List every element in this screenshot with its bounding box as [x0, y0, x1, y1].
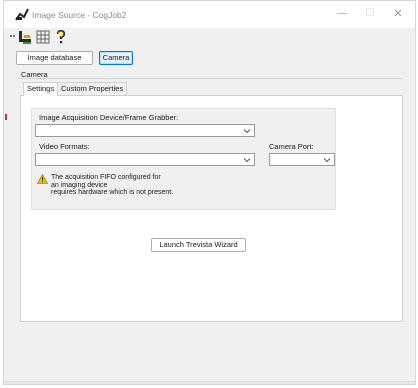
- help-icon[interactable]: [53, 29, 69, 45]
- grip-icon: [10, 32, 15, 42]
- chevron-down-icon: [322, 155, 332, 165]
- camera-port-select[interactable]: [269, 153, 335, 166]
- tab-settings[interactable]: Settings: [23, 82, 59, 96]
- minimize-button[interactable]: —: [328, 5, 356, 23]
- chevron-down-icon: [242, 155, 252, 165]
- acquisition-icon[interactable]: [17, 29, 33, 45]
- window-title: Image Source - CogJob2: [32, 10, 127, 20]
- warning-line: requires hardware which is not present.: [51, 189, 174, 196]
- grid-icon[interactable]: [35, 29, 51, 45]
- device-label: Image Acquisition Device/Frame Grabber:: [39, 113, 179, 122]
- edge-marker: [5, 114, 7, 120]
- warning-line: The acquisition FIFO configured for: [51, 174, 161, 181]
- status-strip: [4, 381, 415, 384]
- chevron-down-icon: [242, 126, 252, 136]
- close-button[interactable]: ✕: [384, 5, 412, 23]
- video-formats-select[interactable]: [35, 153, 255, 166]
- camera-port-label: Camera Port:: [269, 142, 314, 151]
- camera-button[interactable]: Camera: [99, 51, 133, 65]
- toolbar: [4, 28, 415, 47]
- launch-trevista-wizard-button[interactable]: Launch Trevista Wizard: [151, 238, 246, 252]
- tab-custom-properties[interactable]: Custom Properties: [57, 82, 128, 95]
- image-source-window: Image Source - CogJob2 — ☐ ✕ Image datab…: [3, 0, 416, 385]
- title-bar[interactable]: Image Source - CogJob2 — ☐ ✕: [4, 1, 415, 28]
- camera-group-divider: [18, 78, 402, 79]
- device-select[interactable]: [35, 124, 255, 137]
- warning-message: The acquisition FIFO configured for an i…: [51, 174, 173, 197]
- warning-icon: [36, 173, 49, 184]
- app-icon: [15, 8, 29, 21]
- video-formats-label: Video Formats:: [39, 142, 90, 151]
- maximize-button[interactable]: ☐: [356, 5, 384, 23]
- settings-tab-page: Image Acquisition Device/Frame Grabber: …: [20, 95, 403, 322]
- warning-line: an imaging device: [51, 181, 108, 189]
- image-database-button[interactable]: Image database: [16, 51, 93, 65]
